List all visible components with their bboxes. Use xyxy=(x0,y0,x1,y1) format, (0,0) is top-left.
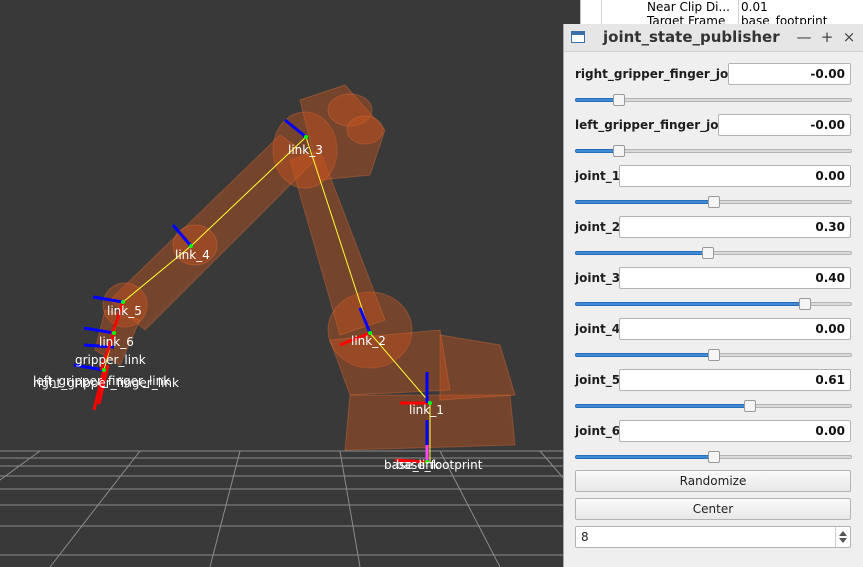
minimize-button[interactable]: — xyxy=(795,27,813,47)
slider-handle[interactable] xyxy=(707,451,720,463)
window-app-icon xyxy=(571,31,585,43)
window-titlebar[interactable]: joint_state_publisher — + × xyxy=(564,24,863,52)
frame-label-gripper-link: gripper_link xyxy=(75,353,146,367)
spinbox-arrows[interactable] xyxy=(835,527,850,547)
joint-state-publisher-window: joint_state_publisher — + × right_grippe… xyxy=(563,24,863,567)
joint-label-joint-5: joint_5 xyxy=(575,373,621,387)
joint-slider-right-gripper-finger[interactable] xyxy=(575,94,852,106)
joint-slider-joint-6[interactable] xyxy=(575,451,852,463)
frame-label-link-5: link_5 xyxy=(107,304,142,318)
spinbox-value[interactable]: 8 xyxy=(581,530,589,544)
joint-label-joint-2: joint_2 xyxy=(575,220,621,234)
joint-value-joint-5[interactable]: 0.61 xyxy=(619,369,851,391)
joint-value-left-gripper-finger[interactable]: -0.00 xyxy=(718,114,851,136)
spin-up-icon[interactable] xyxy=(839,531,847,536)
frame-label-link-6: link_6 xyxy=(99,335,134,349)
slider-handle[interactable] xyxy=(701,247,714,259)
window-title: joint_state_publisher xyxy=(603,28,780,46)
frame-label-link-4: link_4 xyxy=(175,248,210,262)
joint-slider-left-gripper-finger[interactable] xyxy=(575,145,852,157)
joint-value-joint-3[interactable]: 0.40 xyxy=(619,267,851,289)
joint-value-joint-6[interactable]: 0.00 xyxy=(619,420,851,442)
joint-value-joint-4[interactable]: 0.00 xyxy=(619,318,851,340)
joint-label-right-gripper-finger: right_gripper_finger_joint xyxy=(575,67,747,81)
joint-slider-joint-1[interactable] xyxy=(575,196,852,208)
maximize-button[interactable]: + xyxy=(818,27,836,47)
joint-slider-joint-4[interactable] xyxy=(575,349,852,361)
joint-value-right-gripper-finger[interactable]: -0.00 xyxy=(728,63,851,85)
joint-label-joint-1: joint_1 xyxy=(575,169,621,183)
property-key: Near Clip Di... xyxy=(647,0,730,14)
property-value[interactable]: 0.01 xyxy=(741,0,768,14)
frame-label-left-gripper-finger-link: left_gripper_finger_link xyxy=(33,374,170,388)
frame-label-link-2: link_2 xyxy=(351,334,386,348)
spin-down-icon[interactable] xyxy=(839,538,847,543)
frame-label-link-3: link_3 xyxy=(288,143,323,157)
joint-count-spinbox[interactable]: 8 xyxy=(575,526,851,548)
slider-handle[interactable] xyxy=(613,94,626,106)
joint-slider-joint-2[interactable] xyxy=(575,247,852,259)
robot-model xyxy=(94,84,516,451)
slider-handle[interactable] xyxy=(707,349,720,361)
joint-value-joint-1[interactable]: 0.00 xyxy=(619,165,851,187)
close-button[interactable]: × xyxy=(840,27,858,47)
joint-label-joint-4: joint_4 xyxy=(575,322,621,336)
joint-label-left-gripper-finger: left_gripper_finger_joint xyxy=(575,118,737,132)
center-button[interactable]: Center xyxy=(575,498,851,520)
joint-value-joint-2[interactable]: 0.30 xyxy=(619,216,851,238)
slider-handle[interactable] xyxy=(798,298,811,310)
joint-slider-joint-5[interactable] xyxy=(575,400,852,412)
joint-label-joint-6: joint_6 xyxy=(575,424,621,438)
slider-handle[interactable] xyxy=(707,196,720,208)
joint-slider-joint-3[interactable] xyxy=(575,298,852,310)
joint-label-joint-3: joint_3 xyxy=(575,271,621,285)
slider-handle[interactable] xyxy=(613,145,626,157)
randomize-button[interactable]: Randomize xyxy=(575,470,851,492)
property-row[interactable]: Near Clip Di... 0.01 xyxy=(581,0,863,14)
slider-handle[interactable] xyxy=(743,400,756,412)
frame-label-link-1: link_1 xyxy=(409,403,444,417)
frame-label-base-footprint: base_footprint xyxy=(396,458,483,472)
